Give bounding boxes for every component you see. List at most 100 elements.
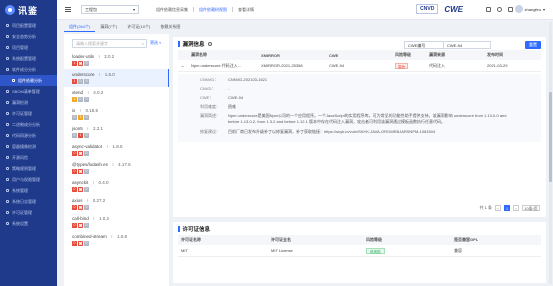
list-item[interactable]: axios ↑ 0.27.2 0 0 0 — [64, 195, 169, 213]
page-size-select[interactable]: 10条/页 — [522, 205, 540, 211]
collapse-icon[interactable]: ⌄ — [178, 63, 188, 68]
sidebar-item[interactable]: 许可证管理 — [0, 108, 57, 119]
nav-tab-detail[interactable]: 查看详情 — [235, 7, 257, 13]
tab-components[interactable]: 组件(264个) — [64, 22, 96, 32]
settings-icon[interactable] — [508, 7, 513, 12]
upgrade-icon: ↑ — [86, 126, 90, 131]
sidebar-item-label: 代码同源分析 — [12, 132, 36, 138]
user-menu[interactable]: zhangfeu ▾ — [514, 5, 545, 13]
menu-item-icon — [6, 90, 9, 93]
component-version: 4.0.2 — [93, 90, 104, 95]
component-title: xtend ↑ 4.0.2 — [72, 90, 169, 95]
list-item[interactable]: json5 ↑ 2.2.1 0 1 0 — [64, 123, 169, 141]
sidebar-item[interactable]: 项目配置管理 — [0, 20, 57, 31]
search-icon[interactable]: ⌕ — [142, 40, 144, 47]
sidebar-item[interactable]: 项目管理 — [0, 42, 57, 53]
list-item[interactable]: asynckit ↑ 0.4.0 0 0 0 — [64, 177, 169, 195]
sidebar-item-label: 开源风险 — [12, 154, 28, 160]
list-item[interactable]: @types/lodash.es ↑ 4.17.6 0 0 0 — [64, 159, 169, 177]
sidebar-item-label: 组件依赖分析 — [18, 77, 42, 83]
tab-licenses[interactable]: 许可证(10个) — [122, 22, 155, 32]
prev-page-button[interactable]: ‹ — [495, 205, 501, 211]
filter-button[interactable]: 筛选 ▿ — [150, 40, 161, 46]
tab-dependency-graph[interactable]: 依赖关系图 — [155, 22, 185, 32]
sidebar-item[interactable]: 系统设置 — [0, 218, 57, 229]
col-license-name: 许可证名称 — [181, 237, 201, 242]
sidebar-item[interactable]: 代码同源分析 — [0, 130, 57, 141]
component-name: asynckit — [72, 180, 89, 185]
fullscreen-icon[interactable] — [486, 7, 491, 12]
upgrade-icon: ↑ — [92, 180, 95, 185]
sidebar-item-label: 容器镜像检测 — [12, 143, 36, 149]
brand-mark-icon — [5, 5, 15, 15]
detail-value: Npm underscore是美国Npm公司的一个应用程序。一个JavaScri… — [228, 113, 507, 124]
sidebar-item[interactable]: 许可证管理 — [0, 207, 57, 218]
sidebar-item[interactable]: 安全态势分析 — [0, 31, 57, 42]
brand-logo[interactable]: 讯鉴 — [0, 0, 57, 20]
component-search-input[interactable]: 请输入搜索关键字 ⌕ — [72, 39, 147, 48]
list-item[interactable]: is ↑ 0.18.5 0 1 0 — [64, 105, 169, 123]
sidebar-item[interactable]: 用户与权限管理 — [0, 174, 57, 185]
component-name: call-bind — [72, 216, 89, 221]
risk-count-badge: 0 — [72, 205, 77, 210]
menu-item-icon — [6, 178, 9, 181]
sidebar-item[interactable]: 系统日志管理 — [0, 196, 57, 207]
sidebar-item[interactable]: 策略规则管理 — [0, 163, 57, 174]
settings-icon[interactable] — [207, 41, 212, 46]
vuln-detail: CNNVD： CNNVD-202103-1621 CNVD： - CWE： CWE-9… — [178, 74, 541, 142]
tab-vulns[interactable]: 漏洞(7个) — [95, 22, 122, 32]
notification-icon[interactable] — [497, 7, 502, 12]
vuln-search-type-select[interactable]: CWE编号 — [404, 41, 444, 49]
component-name: is — [72, 108, 76, 113]
sidebar-item[interactable]: 容器镜像检测 — [0, 141, 57, 152]
sidebar-item[interactable]: 组件依赖分析 — [0, 75, 57, 86]
component-version: 0.27.2 — [92, 198, 106, 203]
list-item[interactable]: underscore ↑ 1.6.0 1 0 0 — [64, 69, 169, 87]
risk-count-badge: 1 — [72, 79, 77, 84]
avatar — [514, 5, 523, 13]
page-number[interactable]: 1 — [504, 205, 510, 211]
component-title: @types/lodash.es ↑ 4.17.6 — [72, 162, 169, 167]
reset-button[interactable]: 重置 — [525, 41, 541, 49]
scroll-thumb[interactable] — [549, 92, 552, 182]
section-marker — [178, 40, 180, 47]
col-risk: 风险等级 — [395, 52, 411, 57]
nav-tab-collect[interactable]: 组件依赖信息采集 — [153, 7, 191, 13]
component-version: 2.2.1 — [93, 126, 104, 131]
component-name: loader-utils — [72, 54, 95, 59]
list-item[interactable]: xtend ↑ 4.0.2 1 0 0 — [64, 87, 169, 105]
menu-item-icon — [6, 167, 9, 170]
sidebar-item-label: 二进制成分分析 — [12, 121, 40, 127]
risk-count-badge: 0 — [78, 187, 83, 192]
sidebar-item[interactable]: SBOM清单管理 — [0, 86, 57, 97]
menu-item-icon — [6, 134, 9, 137]
license-full: MIT License — [271, 248, 293, 253]
list-item[interactable]: async-validator ↑ 1.8.5 0 0 0 — [64, 141, 169, 159]
next-page-button[interactable]: › — [513, 205, 519, 211]
vuln-risk-cell: 高危 — [392, 62, 426, 69]
sidebar-item[interactable]: 系统配置管理 — [0, 53, 57, 64]
page-scrollbar[interactable] — [549, 22, 552, 284]
nav-tab-tree[interactable]: 组件依赖树视图 — [196, 7, 230, 13]
sidebar-item[interactable]: 开源风险 — [0, 152, 57, 163]
detail-value: 目前厂商已发布升级补丁以修复漏洞，补丁获取链接：https://snyk.io/… — [228, 129, 436, 134]
menu-toggle-icon[interactable] — [65, 7, 71, 12]
risk-badges: 100 — [72, 61, 169, 66]
sidebar-menu: 项目配置管理 安全态势分析 项目管理 系统配置管理 软件成分分析组件依赖分析 SBOM清单… — [0, 20, 57, 229]
table-row[interactable]: MIT MIT License 低风险 兼容 — [178, 245, 541, 257]
list-item[interactable]: call-bind ↑ 1.0.2 0 0 0 — [64, 213, 169, 231]
sidebar-item[interactable]: 漏洞检测 — [0, 97, 57, 108]
risk-count-badge: 0 — [72, 223, 77, 228]
vuln-search-input[interactable]: CWE-94 — [444, 41, 491, 49]
component-name: async-validator — [72, 144, 103, 149]
sidebar-item[interactable]: 二进制成分分析 — [0, 119, 57, 130]
project-select[interactable]: 工程包 ▾ — [81, 5, 139, 14]
cnvd-logo: CNVD — [416, 4, 439, 14]
table-row[interactable]: ⌄ Npm underscore 代码注入... XMIRROR-2021-25… — [178, 60, 541, 72]
list-item[interactable]: loader-utils ↑ 2.0.2 1 0 0 — [64, 51, 169, 69]
sidebar-item[interactable]: 系统管理 — [0, 185, 57, 196]
detail-label: 利用难度： — [200, 104, 220, 109]
sidebar-item[interactable]: 软件成分分析 — [0, 64, 57, 75]
component-version: 2.0.2 — [104, 54, 115, 59]
list-item[interactable]: combined-stream ↑ 1.0.8 0 0 0 — [64, 231, 169, 249]
